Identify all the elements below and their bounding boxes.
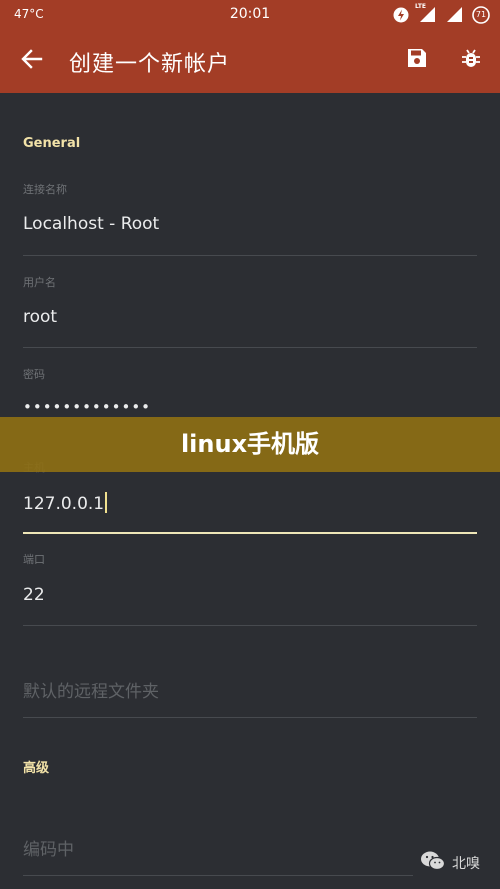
arrow-back-icon	[21, 49, 43, 73]
password-field[interactable]: •••••••••••••	[23, 398, 463, 416]
port-underline	[23, 625, 477, 626]
signal-icon: LTE	[415, 3, 436, 23]
debug-button[interactable]	[456, 45, 486, 75]
section-general-title: General	[23, 136, 81, 151]
username-underline	[23, 347, 477, 348]
app-bar: 创建一个新帐户	[0, 29, 500, 93]
host-underline	[23, 532, 477, 534]
save-icon	[406, 47, 428, 73]
port-label: 端口	[23, 553, 45, 566]
section-advanced-title: 高级	[23, 761, 50, 776]
username-label: 用户名	[23, 276, 56, 289]
remote-folder-field[interactable]: 默认的远程文件夹	[23, 677, 463, 702]
watermark-text: 北嗅	[452, 856, 480, 872]
battery-level: 71	[475, 9, 487, 19]
page-title: 创建一个新帐户	[69, 52, 231, 77]
connection-name-underline	[23, 255, 477, 256]
connection-name-label: 连接名称	[23, 183, 67, 196]
username-field[interactable]: root	[23, 307, 463, 327]
remote-folder-underline	[23, 717, 477, 718]
host-value: 127.0.0.1	[23, 494, 105, 514]
screen: 47°C 20:01 LTE 71 创建一个新帐户 General 连接名称 L…	[0, 0, 500, 889]
password-label: 密码	[23, 368, 45, 381]
signal-2-icon	[445, 6, 463, 23]
bug-icon	[460, 47, 482, 73]
battery-icon: 71	[472, 5, 490, 24]
wechat-icon	[420, 850, 446, 876]
save-button[interactable]	[402, 45, 432, 75]
back-button[interactable]	[14, 45, 50, 77]
status-icons: LTE 71	[393, 3, 490, 25]
power-saver-icon	[393, 7, 409, 23]
text-cursor	[105, 492, 108, 513]
port-field[interactable]: 22	[23, 585, 463, 605]
watermark: 北嗅	[420, 851, 480, 875]
encoding-field[interactable]: 编码中	[23, 835, 463, 860]
title-banner: linux手机版	[0, 417, 500, 472]
status-bar: 47°C 20:01 LTE 71	[0, 0, 500, 29]
encoding-underline	[23, 875, 413, 876]
connection-name-field[interactable]: Localhost - Root	[23, 214, 463, 234]
host-field[interactable]: 127.0.0.1	[23, 492, 463, 514]
lte-label: LTE	[415, 3, 427, 10]
